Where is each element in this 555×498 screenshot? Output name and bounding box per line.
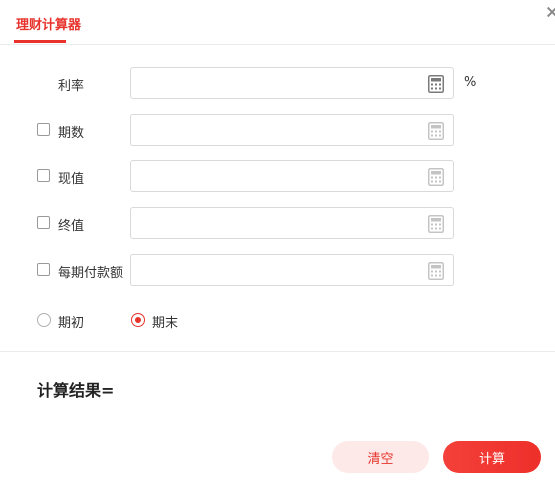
- present-value-input[interactable]: [130, 160, 454, 192]
- divider: [0, 351, 555, 352]
- close-icon[interactable]: [546, 6, 555, 18]
- periods-row: 期数: [0, 114, 555, 146]
- calculator-icon[interactable]: [428, 262, 444, 280]
- radio-period-end[interactable]: [131, 313, 145, 327]
- payment-timing-row: 期初 期末: [0, 304, 555, 336]
- period-start-label: 期初: [58, 316, 85, 331]
- future-value-row: 终值: [0, 207, 555, 239]
- payment-input[interactable]: [130, 254, 454, 286]
- calculate-button[interactable]: 计算: [443, 441, 541, 473]
- periods-input[interactable]: [130, 114, 454, 146]
- calculator-icon[interactable]: [428, 122, 444, 140]
- payment-label: 每期付款额: [58, 266, 124, 281]
- calculator-icon[interactable]: [428, 75, 444, 93]
- periods-checkbox[interactable]: [37, 123, 50, 136]
- periods-label: 期数: [58, 126, 85, 141]
- rate-input[interactable]: [130, 67, 454, 99]
- result-label: 计算结果=: [37, 381, 115, 400]
- present-value-label: 现值: [58, 172, 85, 187]
- present-value-checkbox[interactable]: [37, 169, 50, 182]
- active-tab-indicator: [14, 40, 66, 43]
- radio-period-start[interactable]: [37, 313, 51, 327]
- calculator-icon[interactable]: [428, 168, 444, 186]
- tab-bar: 理财计算器: [0, 0, 555, 45]
- calculator-icon[interactable]: [428, 215, 444, 233]
- percent-unit: %: [464, 75, 477, 90]
- payment-checkbox[interactable]: [37, 263, 50, 276]
- future-value-input[interactable]: [130, 207, 454, 239]
- clear-button[interactable]: 清空: [332, 441, 429, 473]
- present-value-row: 现值: [0, 160, 555, 192]
- payment-row: 每期付款额: [0, 254, 555, 286]
- period-end-label: 期末: [152, 316, 179, 331]
- future-value-checkbox[interactable]: [37, 216, 50, 229]
- tab-finance-calculator[interactable]: 理财计算器: [16, 14, 81, 33]
- rate-row: 利率 %: [0, 67, 555, 99]
- rate-label: 利率: [58, 79, 85, 94]
- future-value-label: 终值: [58, 219, 85, 234]
